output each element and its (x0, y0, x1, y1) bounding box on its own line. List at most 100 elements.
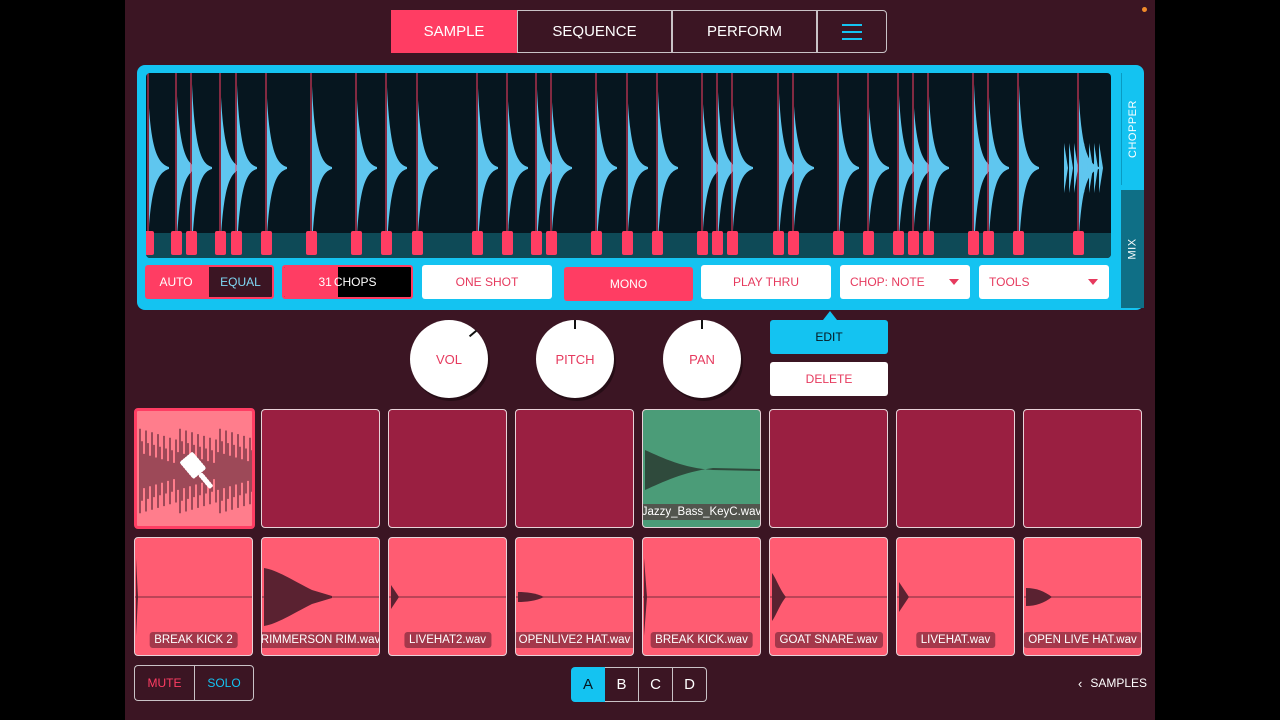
chop-marker-handle[interactable] (231, 231, 242, 255)
chop-marker-handle[interactable] (412, 231, 423, 255)
menu-button[interactable] (817, 10, 887, 53)
side-tab-chopper[interactable]: CHOPPER (1121, 73, 1144, 185)
mono-label: MONO (609, 277, 648, 291)
side-tab-chopper-label: CHOPPER (1127, 100, 1139, 158)
hamburger-icon (842, 23, 862, 40)
chop-marker-handle[interactable] (1073, 231, 1084, 255)
auto-button[interactable]: AUTO (145, 265, 207, 299)
transient-shape (628, 103, 648, 233)
chops-count-slider[interactable]: 31 CHOPS (282, 265, 413, 299)
equal-label: EQUAL (220, 275, 261, 289)
chop-marker-handle[interactable] (652, 231, 663, 255)
transient-shape (1099, 143, 1103, 193)
pad-7[interactable] (896, 409, 1015, 528)
pad-4[interactable] (515, 409, 634, 528)
chop-marker-handle[interactable] (908, 231, 919, 255)
chop-marker-handle[interactable] (171, 231, 182, 255)
chop-marker-handle[interactable] (712, 231, 723, 255)
pad-16[interactable]: OPEN LIVE HAT.wav (1023, 537, 1142, 656)
chop-marker-handle[interactable] (727, 231, 738, 255)
tab-sample-label: SAMPLE (423, 23, 485, 40)
pad-13-label: BREAK KICK.wav (650, 632, 753, 648)
chevron-left-icon: ‹ (1077, 675, 1083, 691)
delete-button[interactable]: DELETE (770, 362, 888, 396)
mono-button[interactable]: MONO (564, 267, 693, 301)
chop-marker-handle[interactable] (923, 231, 934, 255)
samples-label: SAMPLES (1090, 676, 1148, 690)
side-tab-mix-label: MIX (1126, 238, 1139, 260)
bank-b-label: B (616, 676, 627, 693)
chop-marker-handle[interactable] (773, 231, 784, 255)
chop-marker-handle[interactable] (472, 231, 483, 255)
chop-marker-handle[interactable] (788, 231, 799, 255)
pad-14[interactable]: GOAT SNARE.wav (769, 537, 888, 656)
solo-button[interactable]: SOLO (194, 665, 254, 701)
pitch-knob[interactable]: PITCH (536, 320, 614, 398)
pad-9-label: BREAK KICK 2 (149, 632, 238, 648)
play-thru-button[interactable]: PLAY THRU (701, 265, 831, 299)
chop-marker-handle[interactable] (381, 231, 392, 255)
one-shot-button[interactable]: ONE SHOT (422, 265, 552, 299)
chops-label: CHOPS (333, 275, 377, 289)
pad-6[interactable] (769, 409, 888, 528)
chop-marker-handle[interactable] (531, 231, 542, 255)
chop-marker-handle[interactable] (591, 231, 602, 255)
chop-marker-handle[interactable] (261, 231, 272, 255)
chop-marker-handle[interactable] (893, 231, 904, 255)
samples-back-button[interactable]: ‹ SAMPLES (1075, 665, 1150, 701)
chop-marker-handle[interactable] (968, 231, 979, 255)
chop-marker-handle[interactable] (622, 231, 633, 255)
pad-13[interactable]: BREAK KICK.wav (642, 537, 761, 656)
pad-15[interactable]: LIVEHAT.wav (896, 537, 1015, 656)
chop-note-dropdown[interactable]: CHOP: NOTE (840, 265, 970, 299)
tab-perform[interactable]: PERFORM (672, 10, 817, 53)
tab-sequence[interactable]: SEQUENCE (517, 10, 672, 53)
chop-marker-handle[interactable] (502, 231, 513, 255)
tools-dropdown[interactable]: TOOLS (979, 265, 1109, 299)
pad-12[interactable]: OPENLIVE2 HAT.wav (515, 537, 634, 656)
bank-b-button[interactable]: B (605, 667, 639, 702)
pan-knob[interactable]: PAN (663, 320, 741, 398)
chop-marker-handle[interactable] (306, 231, 317, 255)
tab-sample[interactable]: SAMPLE (391, 10, 517, 53)
delete-label: DELETE (805, 372, 853, 386)
auto-label: AUTO (159, 275, 193, 289)
transient-shape (794, 106, 814, 230)
waveform-display[interactable] (146, 73, 1111, 258)
edit-button[interactable]: EDIT (770, 320, 888, 354)
equal-button[interactable]: EQUAL (207, 265, 274, 299)
bank-c-button[interactable]: C (639, 667, 673, 702)
pad-2[interactable] (261, 409, 380, 528)
pad-10[interactable]: RIMMERSON RIM.wav (261, 537, 380, 656)
waveform-chops (146, 73, 1111, 258)
status-dot (1142, 7, 1147, 12)
pad-5-label: Jazzy_Bass_KeyC.wav (643, 504, 760, 520)
mute-button[interactable]: MUTE (134, 665, 194, 701)
chop-marker-handle[interactable] (833, 231, 844, 255)
chop-marker-handle[interactable] (146, 231, 154, 255)
chop-marker-handle[interactable] (546, 231, 557, 255)
chop-marker-handle[interactable] (351, 231, 362, 255)
chop-marker-handle[interactable] (983, 231, 994, 255)
chop-marker-handle[interactable] (697, 231, 708, 255)
transient-shape (1074, 143, 1078, 193)
chop-marker-handle[interactable] (863, 231, 874, 255)
bank-a-button[interactable]: A (571, 667, 605, 702)
vol-knob[interactable]: VOL (410, 320, 488, 398)
pad-3[interactable] (388, 409, 507, 528)
pitch-knob-indicator (574, 320, 576, 329)
transient-shape (869, 107, 889, 229)
chop-marker-handle[interactable] (186, 231, 197, 255)
chop-marker-handle[interactable] (1013, 231, 1024, 255)
transient-shape (839, 94, 859, 242)
pad-11[interactable]: LIVEHAT2.wav (388, 537, 507, 656)
transient-shape (312, 86, 332, 250)
side-tab-mix[interactable]: MIX (1121, 190, 1144, 308)
bank-d-button[interactable]: D (673, 667, 707, 702)
pad-5[interactable]: Jazzy_Bass_KeyC.wav (642, 409, 761, 528)
pad-8[interactable] (1023, 409, 1142, 528)
chop-marker-handle[interactable] (215, 231, 226, 255)
transient-shape (597, 90, 617, 246)
pad-1[interactable] (134, 408, 255, 529)
pad-9[interactable]: BREAK KICK 2 (134, 537, 253, 656)
